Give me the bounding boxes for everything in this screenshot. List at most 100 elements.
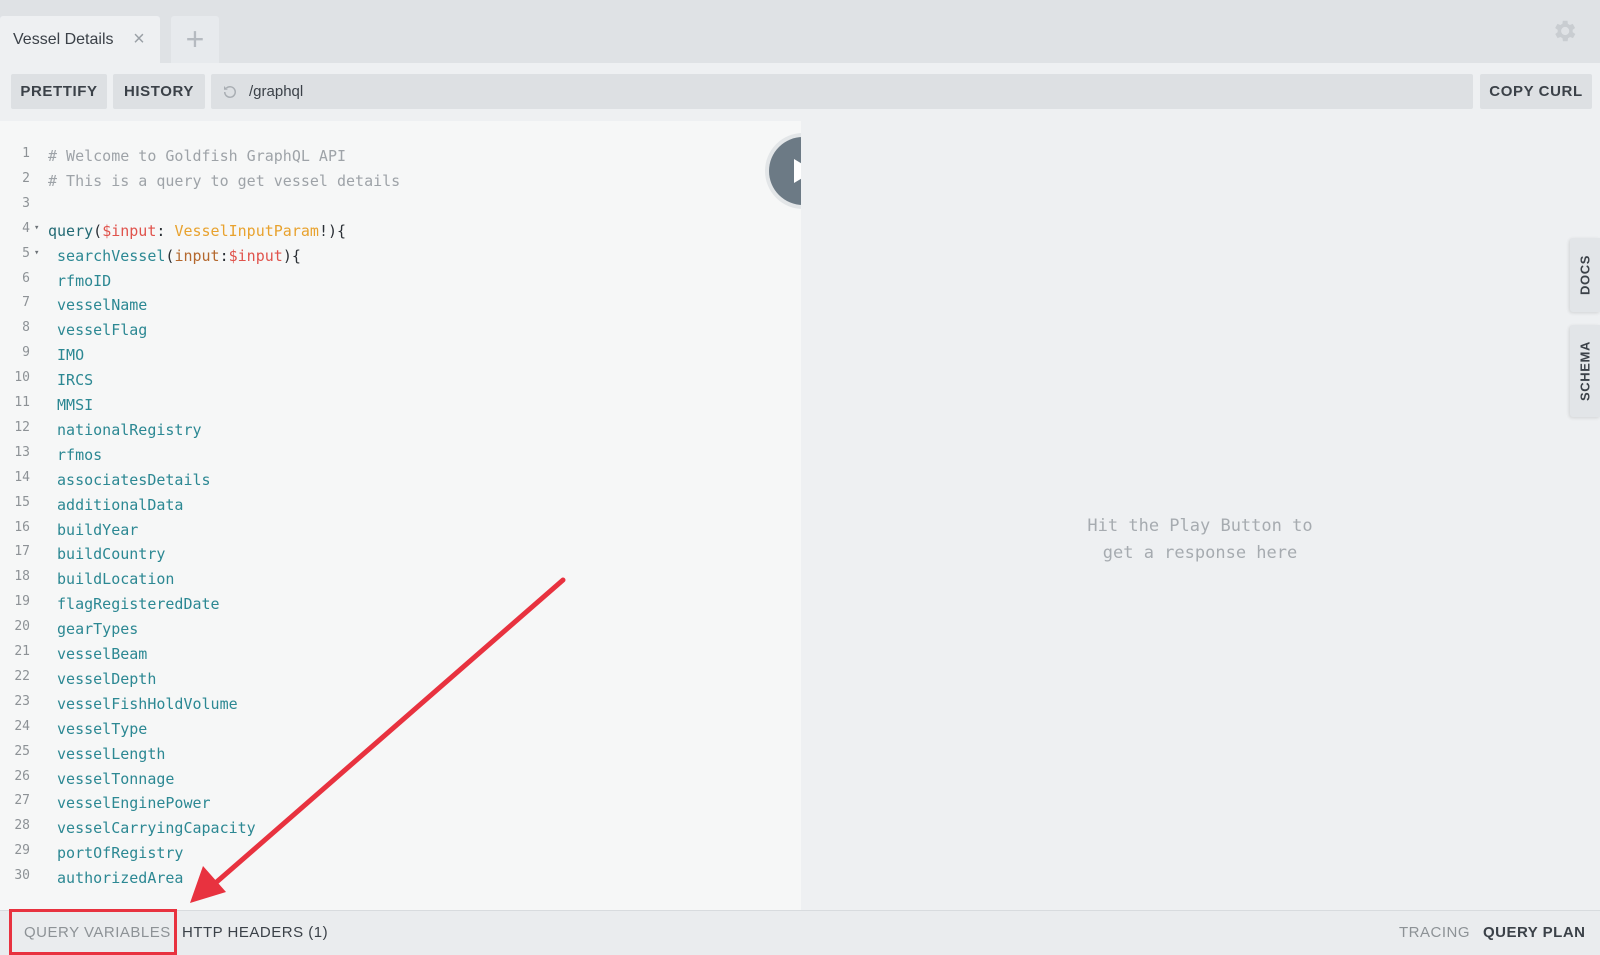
code-text: flagRegisteredDate xyxy=(48,592,220,617)
code-text: vesselBeam xyxy=(48,642,147,667)
code-token: vesselLength xyxy=(48,744,166,763)
code-line[interactable]: 17 buildCountry xyxy=(0,542,801,567)
code-token: vesselName xyxy=(48,296,148,315)
code-line[interactable]: 13 rfmos xyxy=(0,443,801,468)
code-token: : xyxy=(219,246,229,265)
query-plan-tab[interactable]: QUERY PLAN xyxy=(1483,924,1586,941)
code-token: vesselFishHoldVolume xyxy=(48,694,238,713)
code-token: input xyxy=(174,246,220,265)
reload-icon[interactable] xyxy=(221,83,239,101)
schema-tab[interactable]: SCHEMA xyxy=(1570,325,1600,417)
code-text: additionalData xyxy=(48,493,183,518)
prettify-button[interactable]: PRETTIFY xyxy=(11,74,107,109)
line-number: 5 xyxy=(22,245,30,261)
query-editor[interactable]: 1 # Welcome to Goldfish GraphQL API 2 # Thi… xyxy=(0,121,801,910)
code-line[interactable]: 21 vesselBeam xyxy=(0,642,801,667)
line-number: 3 xyxy=(22,195,30,211)
tracing-tab[interactable]: TRACING xyxy=(1399,924,1470,941)
http-headers-tab[interactable]: HTTP HEADERS (1) xyxy=(182,924,328,941)
code-line[interactable]: 6 rfmoID xyxy=(0,269,801,294)
code-token: vesselBeam xyxy=(48,645,148,663)
code-line[interactable]: 24 vesselType xyxy=(0,717,801,742)
copy-curl-button[interactable]: COPY CURL xyxy=(1480,74,1592,109)
tab-vessel-details[interactable]: Vessel Details × xyxy=(0,16,160,63)
history-button[interactable]: HISTORY xyxy=(113,74,205,109)
gear-icon[interactable] xyxy=(1550,17,1578,45)
code-text: vesselCarryingCapacity xyxy=(48,816,256,841)
code-text: portOfRegistry xyxy=(48,841,183,866)
code-line[interactable]: 10 IRCS xyxy=(0,368,801,393)
code-line[interactable]: 28 vesselCarryingCapacity xyxy=(0,816,801,841)
code-line[interactable]: 22 vesselDepth xyxy=(0,667,801,692)
code-token: ){ xyxy=(282,246,301,265)
code-text: vesselEnginePower xyxy=(48,791,211,816)
code-line[interactable]: 3 xyxy=(0,194,801,219)
code-text: vesselTonnage xyxy=(48,767,174,792)
code-line[interactable]: 7 vesselName xyxy=(0,293,801,318)
code-text: # Welcome to Goldfish GraphQL API xyxy=(48,144,346,169)
code-token: vesselFlag xyxy=(48,321,148,340)
code-token: gearTypes xyxy=(48,620,139,639)
line-number: 27 xyxy=(14,793,30,809)
code-line[interactable]: 30 authorizedArea xyxy=(0,866,801,891)
code-line[interactable]: 8 vesselFlag xyxy=(0,318,801,343)
code-text: buildYear xyxy=(48,518,138,543)
code-line[interactable]: 2 # This is a query to get vessel details xyxy=(0,169,801,194)
code-line[interactable]: 18 buildLocation xyxy=(0,567,801,592)
add-tab-button[interactable]: + xyxy=(171,16,219,63)
line-number: 21 xyxy=(14,644,30,659)
line-number: 10 xyxy=(14,370,30,386)
code-text: vesselType xyxy=(48,717,147,742)
code-line[interactable]: 5 ▾ searchVessel(input:$input){ xyxy=(0,244,801,269)
line-number: 19 xyxy=(14,594,30,610)
line-number: 17 xyxy=(14,544,30,560)
line-number: 9 xyxy=(22,345,30,361)
code-line[interactable]: 19 flagRegisteredDate xyxy=(0,592,801,617)
code-text: # This is a query to get vessel details xyxy=(48,169,400,194)
code-text: buildCountry xyxy=(48,542,165,567)
code-line[interactable]: 26 vesselTonnage xyxy=(0,767,801,792)
fold-arrow-icon[interactable]: ▾ xyxy=(34,223,39,233)
code-text: searchVessel(input:$input){ xyxy=(48,244,301,269)
line-number: 29 xyxy=(14,843,30,859)
code-line[interactable]: 29 portOfRegistry xyxy=(0,841,801,866)
code-text: buildLocation xyxy=(48,567,174,592)
code-token: buildLocation xyxy=(48,570,175,589)
toolbar: PRETTIFY HISTORY /graphql COPY CURL xyxy=(0,63,1600,121)
line-number: 20 xyxy=(14,619,30,635)
code-line[interactable]: 16 buildYear xyxy=(0,518,801,543)
code-token: $input xyxy=(102,221,157,240)
code-token: VesselInputParam xyxy=(174,221,319,240)
code-token: associatesDetails xyxy=(48,470,211,489)
code-line[interactable]: 25 vesselLength xyxy=(0,742,801,767)
fold-arrow-icon[interactable]: ▾ xyxy=(34,248,39,258)
bottom-bar: QUERY VARIABLES HTTP HEADERS (1) TRACING… xyxy=(0,910,1600,955)
code-line[interactable]: 23 vesselFishHoldVolume xyxy=(0,692,801,717)
code-line[interactable]: 12 nationalRegistry xyxy=(0,418,801,443)
docs-tab[interactable]: DOCS xyxy=(1570,238,1600,312)
code-line[interactable]: 14 associatesDetails xyxy=(0,468,801,493)
code-line[interactable]: 4 ▾ query($input: VesselInputParam!){ xyxy=(0,219,801,244)
line-number: 1 xyxy=(22,146,30,161)
line-number: 13 xyxy=(14,444,30,460)
code-text: nationalRegistry xyxy=(48,418,202,443)
endpoint-url: /graphql xyxy=(249,83,304,100)
close-icon[interactable]: × xyxy=(131,29,147,49)
line-number: 22 xyxy=(14,668,30,684)
code-text: vesselFlag xyxy=(48,318,147,343)
code-token: # Welcome to Goldfish GraphQL API xyxy=(48,147,347,165)
code-token: ( xyxy=(93,221,103,240)
endpoint-url-input[interactable]: /graphql xyxy=(211,74,1473,109)
code-line[interactable]: 20 gearTypes xyxy=(0,617,801,642)
query-variables-tab[interactable]: QUERY VARIABLES xyxy=(24,924,171,941)
code-line[interactable]: 15 additionalData xyxy=(0,493,801,518)
code-line[interactable]: 27 vesselEnginePower xyxy=(0,791,801,816)
code-token: buildCountry xyxy=(48,545,166,564)
schema-tab-label: SCHEMA xyxy=(1577,341,1593,401)
code-line[interactable]: 9 IMO xyxy=(0,343,801,368)
code-text: query($input: VesselInputParam!){ xyxy=(48,219,346,244)
code-line[interactable]: 11 MMSI xyxy=(0,393,801,418)
hint-line-2: get a response here xyxy=(1102,543,1298,563)
code-line[interactable]: 1 # Welcome to Goldfish GraphQL API xyxy=(0,144,801,169)
